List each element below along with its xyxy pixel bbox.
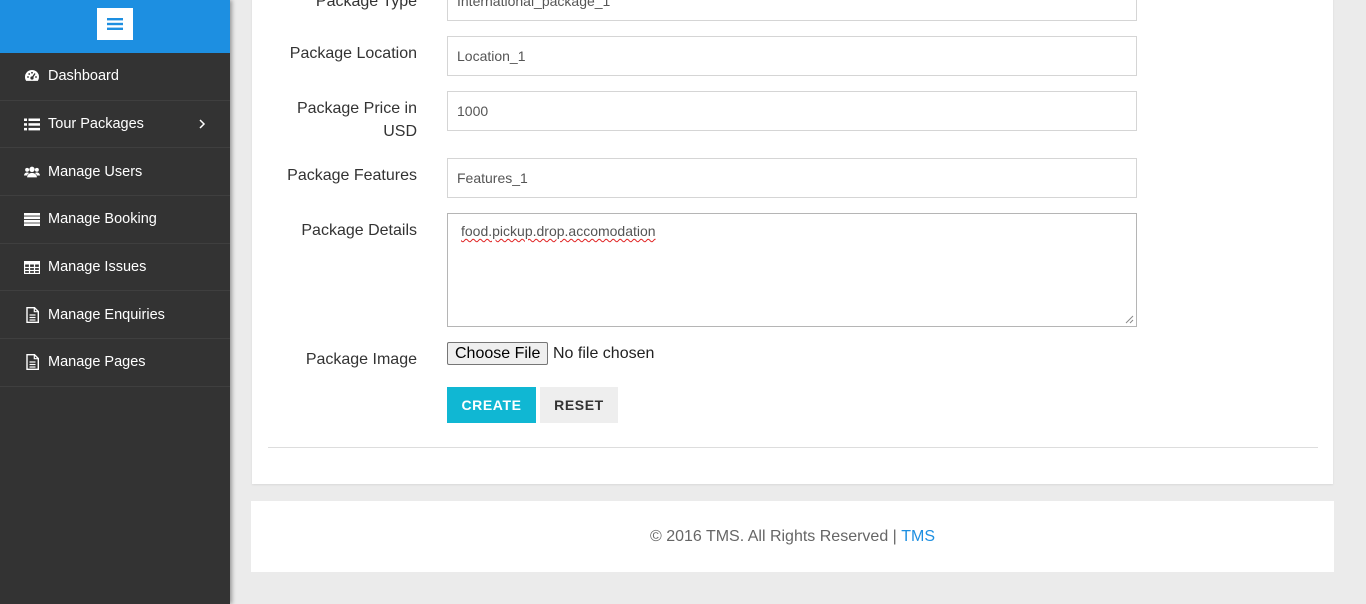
sidebar: Dashboard Tour Packages Manage Users Man… [0, 0, 230, 604]
menu-toggle-button[interactable] [97, 8, 133, 40]
sidebar-item-manage-pages[interactable]: Manage Pages [0, 339, 230, 387]
resize-grip-icon[interactable] [1125, 315, 1134, 324]
users-icon [24, 164, 40, 180]
package-type-label: Package Type [315, 0, 417, 10]
sidebar-item-label: Manage Users [48, 163, 143, 180]
package-features-label: Package Features [287, 167, 417, 184]
sidebar-header [0, 0, 230, 53]
sidebar-item-label: Dashboard [48, 68, 119, 85]
footer-copyright: © 2016 TMS. All Rights Reserved | [649, 527, 902, 545]
sidebar-item-manage-enquiries[interactable]: Manage Enquiries [0, 291, 230, 340]
chevron-right-icon [199, 119, 206, 129]
sidebar-item-tour-packages[interactable]: Tour Packages [0, 101, 230, 149]
file-text-icon [24, 354, 40, 371]
sidebar-item-label: Manage Booking [48, 211, 157, 228]
hamburger-menu-icon [107, 18, 123, 30]
create-button[interactable]: CREATE [447, 387, 536, 423]
package-price-input[interactable]: 1000 [447, 91, 1137, 131]
footer: © 2016 TMS. All Rights Reserved | TMS [251, 501, 1334, 572]
package-location-input[interactable]: Location_1 [447, 36, 1137, 76]
package-details-textarea[interactable]: food.pickup.drop.accomodation [447, 213, 1137, 327]
file-status-text: No file chosen [553, 345, 655, 362]
file-text-icon [24, 306, 40, 323]
package-price-label: Package Price in USD [296, 100, 417, 140]
package-details-label: Package Details [301, 222, 417, 239]
choose-file-button[interactable]: Choose File [447, 342, 549, 365]
sidebar-item-manage-users[interactable]: Manage Users [0, 148, 230, 197]
sidebar-item-label: Tour Packages [48, 116, 144, 133]
sidebar-item-manage-booking[interactable]: Manage Booking [0, 196, 230, 244]
package-type-input[interactable]: International_package_1 [447, 0, 1137, 21]
footer-link-tms[interactable]: TMS [901, 528, 935, 546]
reset-button[interactable]: RESET [540, 387, 618, 423]
sidebar-item-manage-issues[interactable]: Manage Issues [0, 244, 230, 292]
package-location-label: Package Location [289, 45, 417, 62]
sidebar-item-label: Manage Enquiries [48, 306, 165, 323]
list-alt-icon [24, 211, 40, 227]
dashboard-gauge-icon [24, 68, 40, 84]
sidebar-item-label: Manage Issues [48, 259, 147, 276]
sidebar-item-label: Manage Pages [48, 354, 146, 371]
package-details-text: food.pickup.drop.accomodation [461, 223, 656, 239]
sidebar-item-dashboard[interactable]: Dashboard [0, 53, 230, 101]
package-image-label: Package Image [305, 351, 417, 368]
create-package-form: Package Type International_package_1 Pac… [252, 0, 1333, 484]
list-icon [24, 116, 40, 132]
table-icon [24, 259, 40, 275]
package-features-input[interactable]: Features_1 [447, 158, 1137, 198]
form-divider [268, 447, 1318, 448]
